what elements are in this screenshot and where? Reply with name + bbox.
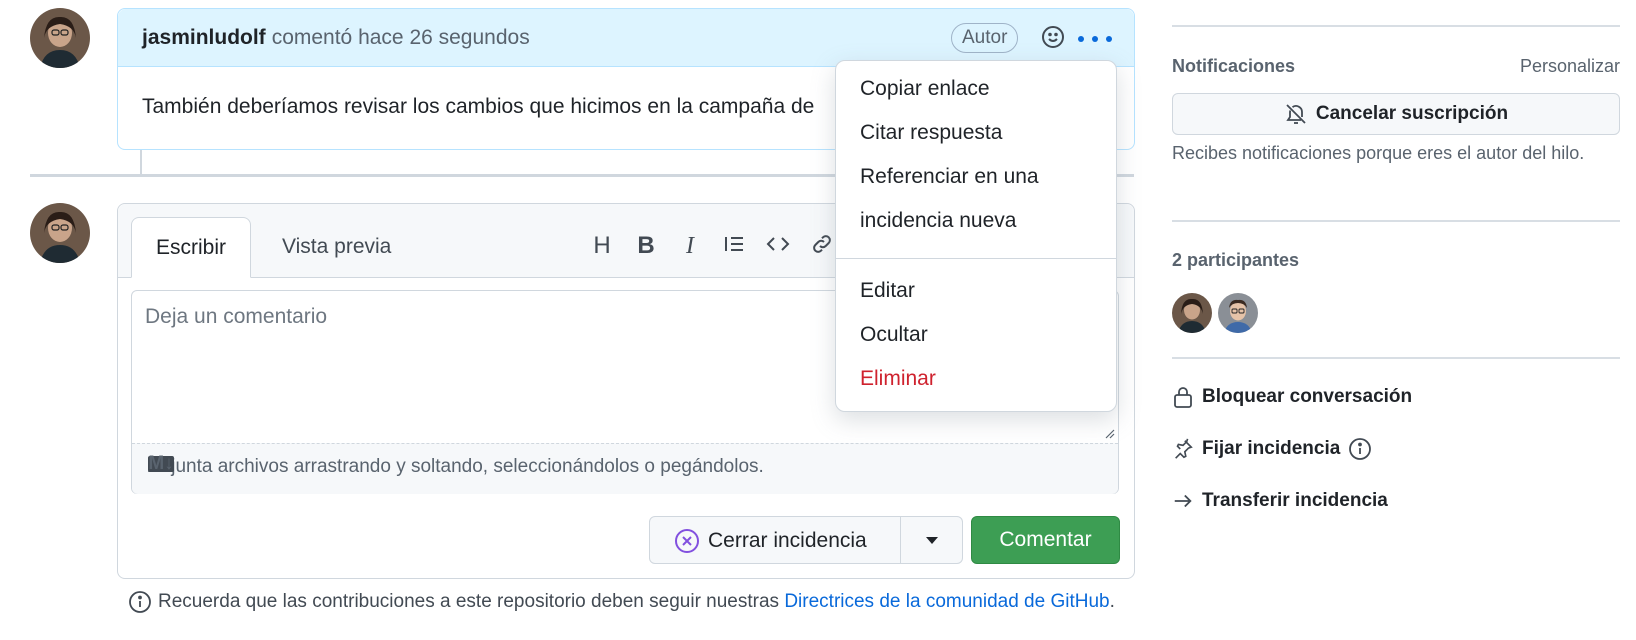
comment-author[interactable]: jasminludolf: [142, 26, 266, 50]
bold-icon[interactable]: B: [632, 232, 660, 260]
lock-icon: [1174, 387, 1192, 408]
menu-reference-new-issue-cont[interactable]: incidencia nueva: [860, 209, 1016, 233]
menu-hide[interactable]: Ocultar: [860, 323, 928, 347]
lock-conversation-link[interactable]: Bloquear conversación: [1172, 385, 1412, 409]
unsubscribe-label: Cancelar suscripción: [1315, 103, 1509, 124]
pin-icon: [1175, 438, 1193, 459]
caret-down-icon: [926, 537, 938, 544]
sidebar-divider: [1172, 220, 1620, 222]
avatar[interactable]: [30, 203, 90, 263]
tab-preview[interactable]: Vista previa: [258, 217, 415, 278]
menu-reference-new-issue[interactable]: Referenciar en una: [860, 165, 1039, 189]
contribution-notice: Recuerda que las contribuciones a este r…: [128, 590, 1115, 614]
comment-options-menu: Copiar enlace Citar respuesta Referencia…: [835, 60, 1117, 412]
close-circle-icon: [674, 528, 700, 559]
lock-conversation-label: Bloquear conversación: [1202, 386, 1413, 407]
avatar[interactable]: [30, 8, 90, 68]
italic-icon[interactable]: I: [676, 232, 704, 260]
attach-hint: Adjunta archivos arrastrando y soltando,…: [148, 456, 764, 477]
tab-write[interactable]: Escribir: [131, 217, 252, 278]
participant-avatar[interactable]: [1218, 293, 1258, 333]
heading-icon[interactable]: H: [588, 232, 616, 260]
transfer-issue-link[interactable]: Transferir incidencia: [1172, 490, 1388, 512]
transfer-issue-label: Transferir incidencia: [1202, 490, 1388, 511]
close-issue-button[interactable]: Cerrar incidencia: [649, 516, 901, 564]
sidebar-divider: [1172, 25, 1620, 27]
menu-edit[interactable]: Editar: [860, 279, 915, 303]
arrow-right-icon: [1174, 494, 1192, 508]
comment-timestamp[interactable]: comentó hace 26 segundos: [272, 26, 530, 50]
pin-issue-link[interactable]: Fijar incidencia: [1172, 437, 1380, 461]
info-icon[interactable]: [1348, 437, 1372, 461]
quote-icon[interactable]: [720, 232, 748, 260]
unsubscribe-button[interactable]: Cancelar suscripción: [1172, 93, 1620, 135]
customize-link[interactable]: Personalizar: [1520, 56, 1620, 77]
code-icon[interactable]: [764, 232, 792, 260]
notice-end: .: [1109, 591, 1115, 612]
participant-avatar[interactable]: [1172, 293, 1212, 333]
author-badge: Autor: [951, 23, 1019, 53]
close-issue-label: Cerrar incidencia: [708, 529, 867, 552]
bell-slash-icon: [1286, 104, 1306, 124]
link-icon[interactable]: [808, 232, 836, 260]
menu-delete[interactable]: Eliminar: [860, 367, 936, 391]
notice-text: Recuerda que las contribuciones a este r…: [158, 591, 780, 612]
menu-copy-link[interactable]: Copiar enlace: [860, 77, 990, 101]
comment-placeholder: Deja un comentario: [145, 305, 328, 328]
markdown-icon[interactable]: M↓: [148, 454, 174, 473]
sidebar-divider: [1172, 357, 1620, 359]
add-reaction-icon[interactable]: [1041, 25, 1065, 54]
notifications-title: Notificaciones: [1172, 56, 1296, 76]
participants-title: 2 participantes: [1172, 250, 1300, 270]
attach-files-area[interactable]: Adjunta archivos arrastrando y soltando,…: [132, 443, 1118, 494]
kebab-menu-icon[interactable]: [1078, 27, 1112, 51]
menu-divider: [836, 258, 1116, 259]
info-icon: [129, 591, 151, 613]
comment-button[interactable]: Comentar: [971, 516, 1120, 564]
pin-issue-label: Fijar incidencia: [1202, 438, 1341, 459]
close-options-button[interactable]: [901, 516, 963, 564]
community-guidelines-link[interactable]: Directrices de la comunidad de GitHub: [784, 591, 1109, 613]
menu-quote-reply[interactable]: Citar respuesta: [860, 121, 1002, 145]
resize-handle-icon[interactable]: [1103, 427, 1115, 439]
notifications-note: Recibes notificaciones porque eres el au…: [1172, 143, 1585, 163]
